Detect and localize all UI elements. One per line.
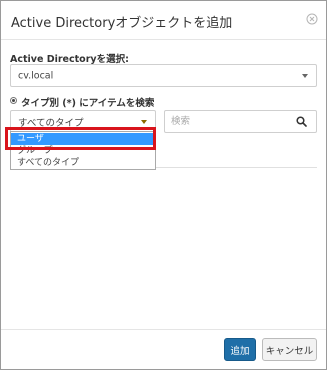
add-button[interactable]: 追加 <box>224 338 256 361</box>
dialog-title: Active Directoryオブジェクトを追加 <box>11 16 233 31</box>
directory-label: Active Directoryを選択: <box>10 54 129 65</box>
radio-icon[interactable] <box>10 97 17 104</box>
close-icon[interactable] <box>306 13 318 25</box>
type-filter-label: タイプ別 (*) にアイテムを検索 <box>21 98 155 109</box>
dropdown-option[interactable]: ユーザ <box>11 133 155 145</box>
dropdown-option[interactable]: すべてのタイプ <box>11 157 155 169</box>
add-ad-object-dialog: Active Directoryオブジェクトを追加 Active Directo… <box>0 0 327 370</box>
chevron-down-icon <box>302 73 308 78</box>
chevron-down-icon <box>141 119 147 124</box>
type-filter-select[interactable]: すべてのタイプ <box>10 110 156 133</box>
search-box[interactable] <box>164 110 317 133</box>
type-filter-dropdown: ユーザ グループ すべてのタイプ <box>10 131 156 170</box>
directory-select[interactable]: cv.local <box>10 64 317 87</box>
dropdown-option[interactable]: グループ <box>11 145 155 157</box>
directory-select-value: cv.local <box>18 70 54 81</box>
search-icon[interactable] <box>296 116 307 127</box>
cancel-button[interactable]: キャンセル <box>262 338 317 361</box>
type-filter-select-value: すべてのタイプ <box>18 117 84 129</box>
dialog-header: Active Directoryオブジェクトを追加 <box>1 1 326 40</box>
search-input[interactable] <box>171 114 291 129</box>
